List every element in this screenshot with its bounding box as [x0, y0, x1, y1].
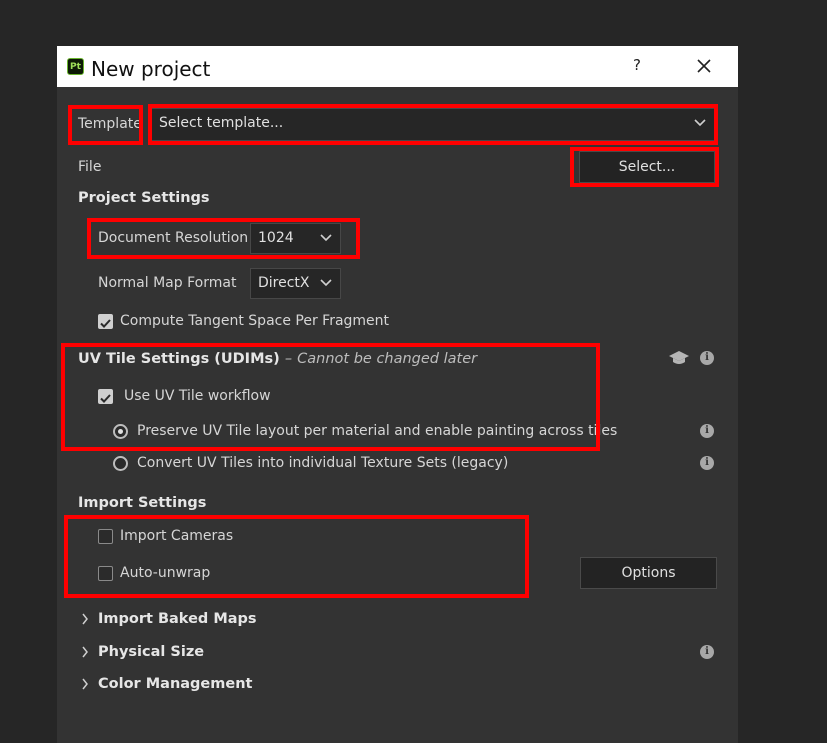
compute-tangent-label: Compute Tangent Space Per Fragment: [120, 313, 390, 329]
normal-map-format-value: DirectX: [258, 275, 310, 291]
chevron-right-icon: [82, 678, 88, 690]
close-button[interactable]: [693, 55, 715, 77]
physical-size-info-icon[interactable]: i: [700, 645, 714, 659]
highlight-import-settings: [64, 515, 529, 598]
normal-map-format-label: Normal Map Format: [98, 275, 237, 291]
graduation-cap-icon[interactable]: [668, 350, 690, 366]
title-bar: Pt New project ?: [57, 46, 738, 87]
file-label: File: [78, 159, 102, 175]
section-label: Physical Size: [98, 644, 205, 660]
section-label: Color Management: [98, 676, 253, 692]
section-label: Import Baked Maps: [98, 611, 257, 627]
new-project-dialog: Pt New project ? Template Select templat…: [57, 46, 738, 743]
import-settings-heading: Import Settings: [78, 495, 207, 511]
highlight-document-resolution: [87, 218, 360, 259]
highlight-uv-tile-settings: [61, 343, 600, 451]
highlight-file-select: [570, 147, 719, 187]
convert-uv-tiles-radio[interactable]: [113, 456, 128, 471]
chevron-right-icon: [82, 646, 88, 658]
highlight-template-dropdown: [148, 104, 718, 145]
normal-map-format-dropdown[interactable]: DirectX: [250, 268, 341, 299]
checkmark-icon: [100, 319, 111, 328]
close-icon: [697, 59, 711, 73]
dialog-title: New project: [91, 57, 211, 81]
preserve-info-icon[interactable]: i: [700, 424, 714, 438]
help-button[interactable]: ?: [627, 56, 647, 76]
chevron-down-icon: [320, 279, 332, 287]
painter-app-icon: Pt: [67, 58, 84, 75]
convert-uv-tiles-label: Convert UV Tiles into individual Texture…: [137, 455, 509, 471]
convert-info-icon[interactable]: i: [700, 456, 714, 470]
uv-tile-info-icon[interactable]: i: [700, 351, 714, 365]
project-settings-heading: Project Settings: [78, 190, 210, 206]
compute-tangent-checkbox[interactable]: [98, 314, 113, 329]
highlight-template-label: [68, 105, 143, 145]
auto-unwrap-options-button[interactable]: Options: [580, 557, 717, 589]
chevron-right-icon: [82, 613, 88, 625]
